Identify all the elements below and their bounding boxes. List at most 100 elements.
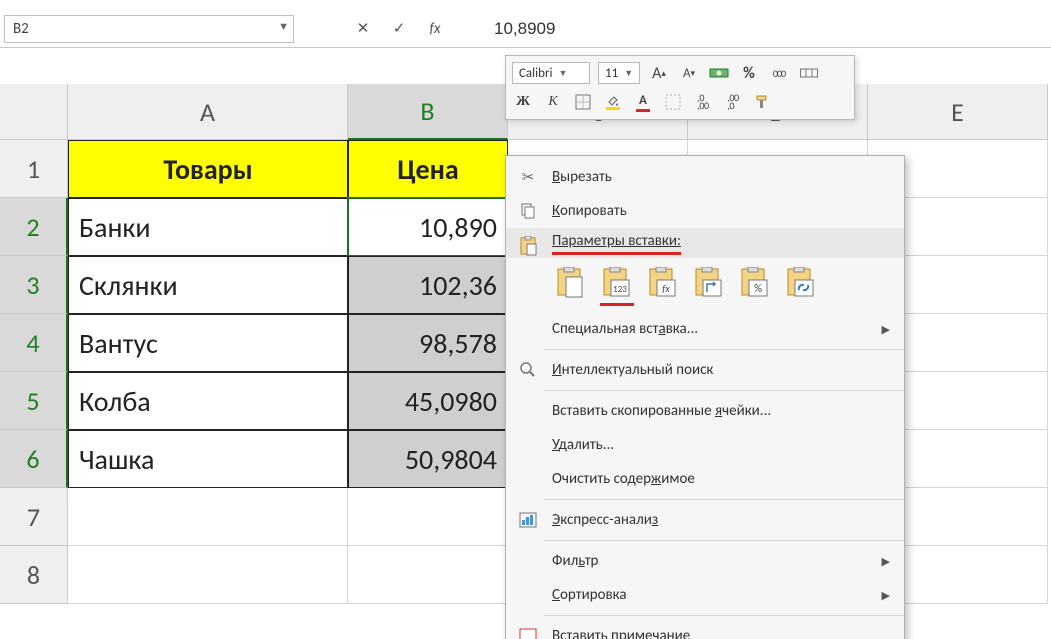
paste-option-link[interactable] xyxy=(782,264,820,302)
menu-clear-contents[interactable]: Очистить содержимое xyxy=(506,462,904,496)
cell-a8[interactable] xyxy=(68,546,348,604)
cancel-icon[interactable]: ✕ xyxy=(354,20,372,38)
name-box-value: B2 xyxy=(13,20,29,38)
col-header-a[interactable]: A xyxy=(68,84,348,140)
menu-insert-copied-label: Вставить скопированные ячейки... xyxy=(552,402,771,420)
cell-b4[interactable]: 98,578 xyxy=(348,314,508,372)
menu-separator xyxy=(544,499,904,500)
cell-a1[interactable]: Товары xyxy=(68,140,348,198)
paste-values-underline xyxy=(600,303,634,306)
name-box[interactable]: B2 ▼ xyxy=(4,15,294,43)
paste-option-transpose[interactable] xyxy=(690,264,728,302)
fill-color-button[interactable] xyxy=(602,91,624,113)
menu-insert-comment[interactable]: Вставить примечание xyxy=(506,619,904,639)
font-color-button[interactable]: A xyxy=(632,91,654,113)
paste-options-row: 123 fx % xyxy=(506,258,904,312)
submenu-arrow-icon: ▶ xyxy=(882,323,890,336)
borders-style-button[interactable] xyxy=(662,91,684,113)
confirm-icon[interactable]: ✓ xyxy=(390,20,408,38)
font-size: 11 xyxy=(605,66,618,81)
row-header-7[interactable]: 7 xyxy=(0,488,68,546)
format-painter-button[interactable] xyxy=(752,91,774,113)
percent-format-button[interactable]: % xyxy=(738,62,760,84)
menu-quick-analysis-label: Экспресс-анализ xyxy=(552,511,658,529)
decrease-decimal-button[interactable]: ,00 ,0 xyxy=(722,91,744,113)
menu-sort[interactable]: Сортировка ▶ xyxy=(506,578,904,612)
paste-option-default[interactable] xyxy=(552,264,590,302)
cell-b7[interactable] xyxy=(348,488,508,546)
menu-delete-label: далить... xyxy=(559,436,615,454)
chevron-down-icon: ▼ xyxy=(624,68,633,79)
cell-b2[interactable]: 10,890 xyxy=(348,198,508,256)
scissors-icon: ✂ xyxy=(516,167,540,187)
name-box-dropdown-icon[interactable]: ▼ xyxy=(278,20,289,33)
menu-cut[interactable]: ✂ Вырезать xyxy=(506,160,904,194)
row-header-3[interactable]: 3 xyxy=(0,256,68,314)
increase-font-button[interactable]: A▴ xyxy=(648,62,670,84)
svg-text:123: 123 xyxy=(613,284,627,295)
menu-clear-label: Очистить содержимое xyxy=(552,470,695,488)
cell-a6[interactable]: Чашка xyxy=(68,430,348,488)
menu-smart-lookup-label: нтеллектуальный поиск xyxy=(562,361,714,379)
formula-bar: B2 ▼ ✕ ✓ fx xyxy=(0,10,1051,48)
context-menu: ✂ Вырезать Копировать Параметры вставки:… xyxy=(505,155,905,639)
svg-text:%: % xyxy=(754,282,762,295)
accounting-format-button[interactable] xyxy=(708,62,730,84)
font-color-swatch xyxy=(636,109,650,112)
menu-insert-comment-label: Вставить примечание xyxy=(552,627,690,639)
increase-decimal-button[interactable]: ,0 ,00 xyxy=(692,91,714,113)
menu-filter[interactable]: Фильтр ▶ xyxy=(506,544,904,578)
row-header-1[interactable]: 1 xyxy=(0,140,68,198)
menu-separator xyxy=(544,349,904,350)
menu-delete[interactable]: Удалить... xyxy=(506,428,904,462)
comment-icon xyxy=(516,626,540,639)
comma-format-button[interactable]: 000 xyxy=(768,62,790,84)
col-header-e[interactable]: E xyxy=(868,84,1048,140)
borders-button[interactable] xyxy=(572,91,594,113)
cell-b5[interactable]: 45,0980 xyxy=(348,372,508,430)
paste-option-formulas[interactable]: fx xyxy=(644,264,682,302)
formula-input[interactable] xyxy=(474,15,1051,43)
font-name: Calibri xyxy=(519,66,552,81)
copy-icon xyxy=(516,201,540,221)
cell-b1[interactable]: Цена xyxy=(348,140,508,198)
select-all-corner[interactable] xyxy=(0,84,68,140)
font-size-select[interactable]: 11 ▼ xyxy=(598,62,640,84)
row-header-8[interactable]: 8 xyxy=(0,546,68,604)
lightbulb-search-icon xyxy=(516,360,540,380)
cell-a5[interactable]: Колба xyxy=(68,372,348,430)
menu-cut-label: ырезать xyxy=(560,168,612,186)
cell-a2[interactable]: Банки xyxy=(68,198,348,256)
menu-smart-lookup[interactable]: Интеллектуальный поиск xyxy=(506,353,904,387)
paste-option-formatting[interactable]: % xyxy=(736,264,774,302)
paste-option-values[interactable]: 123 xyxy=(598,264,636,302)
cell-b6[interactable]: 50,9804 xyxy=(348,430,508,488)
paste-options-title: Параметры вставки: xyxy=(552,232,681,255)
menu-paste-special[interactable]: Специальная вставка... ▶ xyxy=(506,312,904,346)
menu-quick-analysis[interactable]: Экспресс-анализ xyxy=(506,503,904,537)
chevron-down-icon: ▼ xyxy=(558,68,567,79)
cell-b8[interactable] xyxy=(348,546,508,604)
quick-analysis-icon xyxy=(516,510,540,530)
row-header-2[interactable]: 2 xyxy=(0,198,68,256)
font-select[interactable]: Calibri ▼ xyxy=(512,62,590,84)
cell-b3[interactable]: 102,36 xyxy=(348,256,508,314)
menu-copy[interactable]: Копировать xyxy=(506,194,904,228)
submenu-arrow-icon: ▶ xyxy=(882,589,890,602)
cell-a7[interactable] xyxy=(68,488,348,546)
cell-a4[interactable]: Вантус xyxy=(68,314,348,372)
menu-insert-copied-cells[interactable]: Вставить скопированные ячейки... xyxy=(506,394,904,428)
col-header-b[interactable]: B xyxy=(348,84,508,140)
decrease-font-button[interactable]: A▾ xyxy=(678,62,700,84)
row-header-5[interactable]: 5 xyxy=(0,372,68,430)
cell-a3[interactable]: Склянки xyxy=(68,256,348,314)
italic-button[interactable]: К xyxy=(542,91,564,113)
row-header-4[interactable]: 4 xyxy=(0,314,68,372)
fx-icon[interactable]: fx xyxy=(426,20,444,38)
merge-center-button[interactable] xyxy=(798,62,820,84)
menu-separator xyxy=(544,390,904,391)
bold-button[interactable]: Ж xyxy=(512,91,534,113)
menu-paste-options-header: Параметры вставки: xyxy=(506,228,904,258)
svg-text:fx: fx xyxy=(662,282,670,295)
row-header-6[interactable]: 6 xyxy=(0,430,68,488)
